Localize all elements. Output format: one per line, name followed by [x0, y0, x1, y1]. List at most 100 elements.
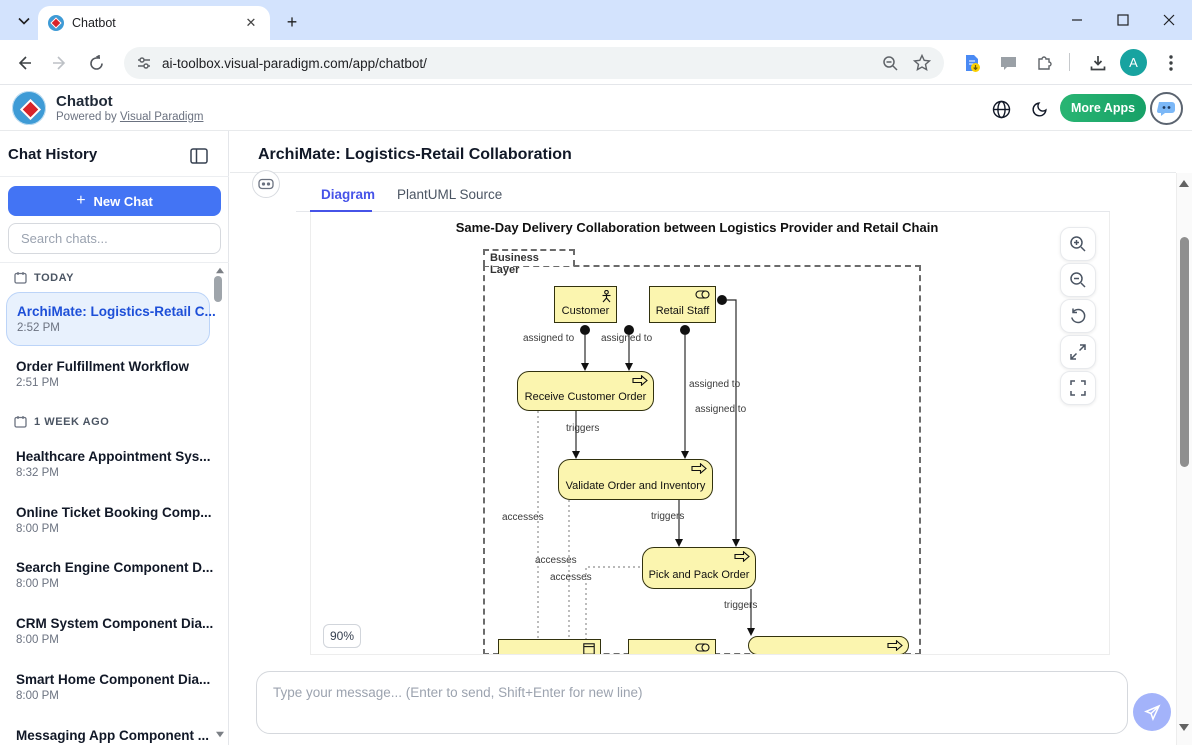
page-zoom-icon[interactable] [878, 51, 902, 75]
extension-chat-icon[interactable] [996, 51, 1020, 75]
edge-label: triggers [724, 600, 757, 611]
window-close-button[interactable] [1146, 0, 1192, 40]
browser-tab[interactable]: Chatbot ✕ [38, 6, 270, 40]
site-settings-icon[interactable] [136, 55, 152, 71]
edge-label: triggers [651, 511, 684, 522]
sidebar-scrollbar-thumb[interactable] [214, 276, 222, 302]
dark-mode-moon-icon[interactable] [1028, 98, 1050, 120]
section-header-1-week-ago: 1 WEEK AGO [14, 415, 109, 428]
browser-profile-avatar[interactable]: A [1120, 49, 1147, 76]
main-scrollbar-thumb[interactable] [1180, 237, 1189, 467]
chat-item-healthcare[interactable]: Healthcare Appointment Sys... 8:32 PM [6, 449, 208, 479]
divider [0, 262, 229, 263]
section-header-today: TODAY [14, 271, 74, 284]
app-logo[interactable] [12, 91, 46, 125]
bookmark-star-icon[interactable] [910, 51, 934, 75]
extensions-puzzle-icon[interactable] [1033, 51, 1057, 75]
window-maximize-button[interactable] [1100, 0, 1146, 40]
chat-item-search-engine[interactable]: Search Engine Component D... 8:00 PM [6, 560, 208, 590]
business-process-icon [887, 640, 903, 651]
node-business-role-partial[interactable] [628, 639, 716, 655]
search-chats-input[interactable] [8, 223, 221, 254]
chat-item-archimate[interactable]: ArchiMate: Logistics-Retail C... 2:52 PM [6, 292, 210, 346]
new-tab-button[interactable]: + [280, 10, 304, 34]
calendar-icon [14, 271, 27, 284]
chatbot-assistant-icon[interactable] [1150, 92, 1183, 125]
visual-paradigm-link[interactable]: Visual Paradigm [120, 111, 204, 123]
business-actor-icon [602, 290, 611, 303]
browser-menu-kebab-icon[interactable] [1159, 51, 1183, 75]
language-globe-icon[interactable] [990, 98, 1012, 120]
business-process-icon [734, 551, 750, 562]
back-icon[interactable] [12, 51, 36, 75]
extension-doc-icon[interactable] [960, 51, 984, 75]
calendar-icon [14, 415, 27, 428]
tab-title: Chatbot [72, 16, 242, 30]
sidebar-scrollbar-up[interactable] [215, 267, 225, 274]
edge-label: assigned to [601, 333, 652, 344]
url-bar[interactable]: ai-toolbox.visual-paradigm.com/app/chatb… [124, 47, 944, 79]
app-header [0, 85, 1192, 131]
reload-icon[interactable] [84, 51, 108, 75]
edge-label: accesses [550, 572, 592, 583]
new-chat-button[interactable]: + New Chat [8, 186, 221, 216]
node-business-process-partial[interactable] [748, 636, 909, 655]
node-business-object-partial[interactable] [498, 639, 601, 655]
chat-item-messaging[interactable]: Messaging App Component ... [6, 728, 208, 743]
zoom-out-button[interactable] [1060, 263, 1096, 297]
app-title: Chatbot [56, 93, 113, 110]
tab-close-icon[interactable]: ✕ [242, 14, 260, 32]
edge-label: assigned to [695, 404, 746, 415]
business-role-icon [695, 643, 710, 652]
chat-history-sidebar: Chat History + New Chat TODAY ArchiMate:… [0, 131, 229, 745]
chat-item-smart-home[interactable]: Smart Home Component Dia... 8:00 PM [6, 672, 208, 702]
browser-titlebar: Chatbot ✕ + [0, 0, 1192, 40]
tab-plantuml-source[interactable]: PlantUML Source [397, 187, 502, 202]
node-customer[interactable]: Customer [554, 286, 617, 323]
edge-label: assigned to [523, 333, 574, 344]
downloads-icon[interactable] [1086, 51, 1110, 75]
assistant-avatar-robot-icon [252, 170, 280, 198]
paper-plane-icon [1144, 704, 1161, 721]
window-minimize-button[interactable] [1054, 0, 1100, 40]
tab-search-chevron-icon[interactable] [10, 8, 38, 34]
chat-item-crm[interactable]: CRM System Component Dia... 8:00 PM [6, 616, 208, 646]
edge-label: triggers [566, 423, 599, 434]
fit-to-screen-button[interactable] [1060, 335, 1096, 369]
node-validate-order-and-inventory[interactable]: Validate Order and Inventory [558, 459, 713, 500]
zoom-in-button[interactable] [1060, 227, 1096, 261]
main-scrollbar-up[interactable] [1179, 180, 1189, 187]
business-object-icon [583, 643, 595, 655]
sidebar-scrollbar-down[interactable] [215, 731, 225, 738]
toolbar-separator [1069, 53, 1070, 71]
browser-window: Chatbot ✕ + ai-toolbox.visual-paradigm.c… [0, 0, 1192, 745]
main-scrollbar-down[interactable] [1179, 724, 1189, 731]
message-input[interactable] [256, 671, 1128, 734]
business-process-icon [632, 375, 648, 386]
node-retail-staff[interactable]: Retail Staff [649, 286, 716, 323]
divider [230, 172, 1176, 173]
diagram-card: Diagram PlantUML Source Same-Day Deliver… [296, 181, 1110, 657]
fullscreen-button[interactable] [1060, 371, 1096, 405]
favicon [48, 15, 64, 31]
diagram-viewport[interactable]: Same-Day Delivery Collaboration between … [310, 212, 1110, 655]
url-text[interactable]: ai-toolbox.visual-paradigm.com/app/chatb… [162, 56, 427, 71]
collapse-sidebar-icon[interactable] [188, 145, 210, 167]
forward-icon[interactable] [48, 51, 72, 75]
edge-label: assigned to [689, 379, 740, 390]
message-composer [230, 657, 1176, 745]
reset-view-button[interactable] [1060, 299, 1096, 333]
tab-bar: Diagram PlantUML Source [296, 181, 1110, 212]
chat-item-order-fulfillment[interactable]: Order Fulfillment Workflow 2:51 PM [6, 359, 208, 389]
business-role-icon [695, 290, 710, 299]
chat-item-online-ticket[interactable]: Online Ticket Booking Comp... 8:00 PM [6, 505, 208, 535]
business-process-icon [691, 463, 707, 474]
node-receive-customer-order[interactable]: Receive Customer Order [517, 371, 654, 411]
tab-diagram[interactable]: Diagram [321, 187, 375, 202]
plus-icon: + [76, 192, 85, 210]
send-button[interactable] [1133, 693, 1171, 731]
zoom-level-badge: 90% [323, 624, 361, 648]
more-apps-button[interactable]: More Apps [1060, 94, 1146, 122]
powered-by-text: Powered by Visual Paradigm [56, 111, 203, 123]
node-pick-and-pack-order[interactable]: Pick and Pack Order [642, 547, 756, 589]
